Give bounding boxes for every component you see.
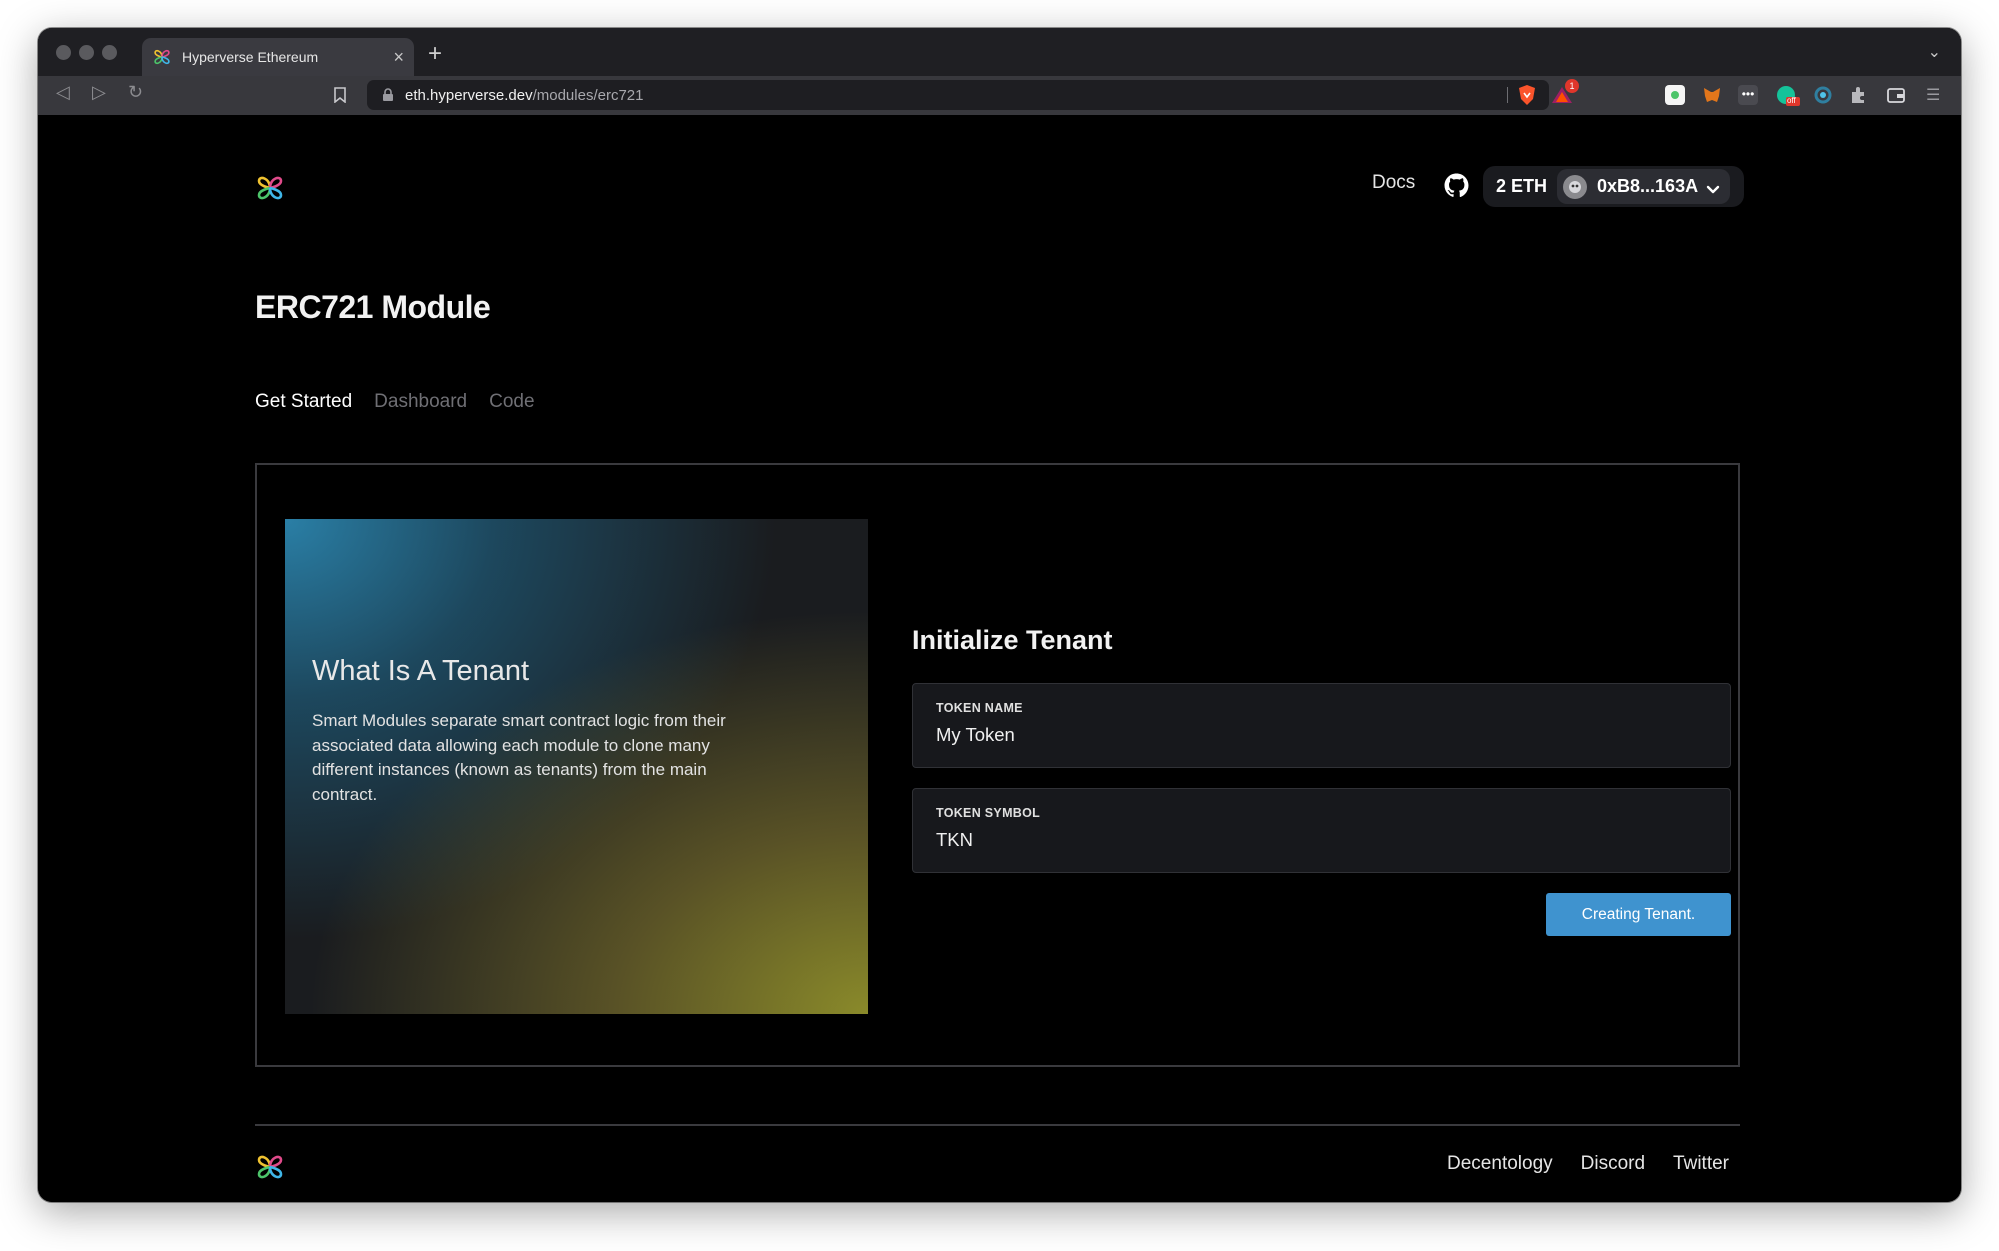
docs-link[interactable]: Docs [1372, 172, 1415, 194]
module-tabs: Get Started Dashboard Code [255, 391, 535, 413]
close-window-button[interactable] [56, 45, 71, 60]
minimize-window-button[interactable] [79, 45, 94, 60]
back-icon[interactable]: ◁ [56, 82, 70, 103]
footer-divider [255, 1124, 1740, 1126]
bookmark-icon[interactable] [334, 87, 346, 104]
chevron-down-icon [1706, 182, 1720, 193]
address-bar-divider [1507, 87, 1508, 103]
token-symbol-label: TOKEN SYMBOL [936, 806, 1041, 820]
hero-title: What Is A Tenant [312, 655, 530, 687]
tab-close-icon[interactable]: × [393, 47, 404, 68]
form-title: Initialize Tenant [912, 625, 1113, 655]
footer-links: Decentology Discord Twitter [1447, 1153, 1729, 1175]
tenant-info-panel: What Is A Tenant Smart Modules separate … [285, 519, 868, 1014]
tab-dashboard[interactable]: Dashboard [374, 391, 467, 413]
browser-toolbar: ◁ ▷ ↻ eth.hyperverse.dev /modules/erc721 [38, 76, 1961, 115]
footer-link-twitter[interactable]: Twitter [1673, 1153, 1729, 1175]
forward-icon[interactable]: ▷ [92, 82, 106, 103]
github-icon[interactable] [1444, 173, 1469, 198]
get-started-card: What Is A Tenant Smart Modules separate … [255, 463, 1740, 1067]
brave-shields-icon[interactable] [1517, 84, 1537, 106]
hyperverse-logo-icon[interactable] [255, 172, 285, 204]
create-tenant-button[interactable]: Creating Tenant. [1546, 893, 1731, 936]
page-title: ERC721 Module [255, 289, 491, 325]
wallet-icon[interactable] [1886, 85, 1906, 105]
eth-balance: 2 ETH [1496, 176, 1548, 196]
browser-window: Hyperverse Ethereum × + ⌄ ◁ ▷ ↻ eth.hype… [38, 28, 1961, 1202]
address-bar[interactable]: eth.hyperverse.dev /modules/erc721 1 [367, 79, 1579, 110]
maximize-window-button[interactable] [102, 45, 117, 60]
page: Docs 2 ETH 0xB8...163A ERC721 Module Get… [38, 115, 1961, 1202]
token-name-label: TOKEN NAME [936, 701, 1023, 715]
extension-page-icon[interactable] [1665, 85, 1685, 105]
more-extensions-icon[interactable]: ••• [1738, 85, 1758, 105]
lock-icon [381, 88, 395, 102]
grammarly-icon[interactable]: off [1776, 85, 1800, 106]
token-name-input[interactable] [936, 724, 1696, 746]
account-button[interactable]: 0xB8...163A [1557, 169, 1731, 204]
token-symbol-input[interactable] [936, 829, 1696, 851]
wallet-widget: 2 ETH 0xB8...163A [1483, 166, 1744, 207]
tab-list-chevron-icon[interactable]: ⌄ [1928, 42, 1941, 62]
account-address: 0xB8...163A [1597, 176, 1699, 196]
hero-description: Smart Modules separate smart contract lo… [312, 711, 726, 804]
tab-get-started[interactable]: Get Started [255, 391, 352, 413]
circle-extension-icon[interactable] [1813, 85, 1833, 105]
metamask-fox-icon[interactable] [1702, 85, 1722, 105]
footer-link-decentology[interactable]: Decentology [1447, 1153, 1553, 1175]
hyperverse-favicon-icon [152, 47, 172, 67]
footer-logo-icon[interactable] [255, 1151, 285, 1183]
tab-code[interactable]: Code [489, 391, 534, 413]
account-avatar-icon [1563, 174, 1588, 199]
url-host: eth.hyperverse.dev [405, 86, 533, 104]
menu-icon[interactable]: ☰ [1926, 85, 1946, 105]
extension-badge: off [1787, 96, 1796, 105]
footer-link-discord[interactable]: Discord [1581, 1153, 1645, 1175]
rewards-badge: 1 [1565, 79, 1579, 93]
url-path: /modules/erc721 [532, 86, 644, 104]
tab-title: Hyperverse Ethereum [182, 49, 319, 65]
extensions-puzzle-icon[interactable] [1848, 85, 1868, 105]
token-name-field[interactable]: TOKEN NAME [912, 683, 1731, 768]
token-symbol-field[interactable]: TOKEN SYMBOL [912, 788, 1731, 873]
browser-tab[interactable]: Hyperverse Ethereum × [142, 38, 414, 76]
browser-chrome: Hyperverse Ethereum × + ⌄ ◁ ▷ ↻ eth.hype… [38, 28, 1961, 115]
new-tab-button[interactable]: + [428, 40, 442, 68]
reload-icon[interactable]: ↻ [128, 82, 143, 103]
tab-strip: Hyperverse Ethereum × + ⌄ [38, 28, 1961, 76]
